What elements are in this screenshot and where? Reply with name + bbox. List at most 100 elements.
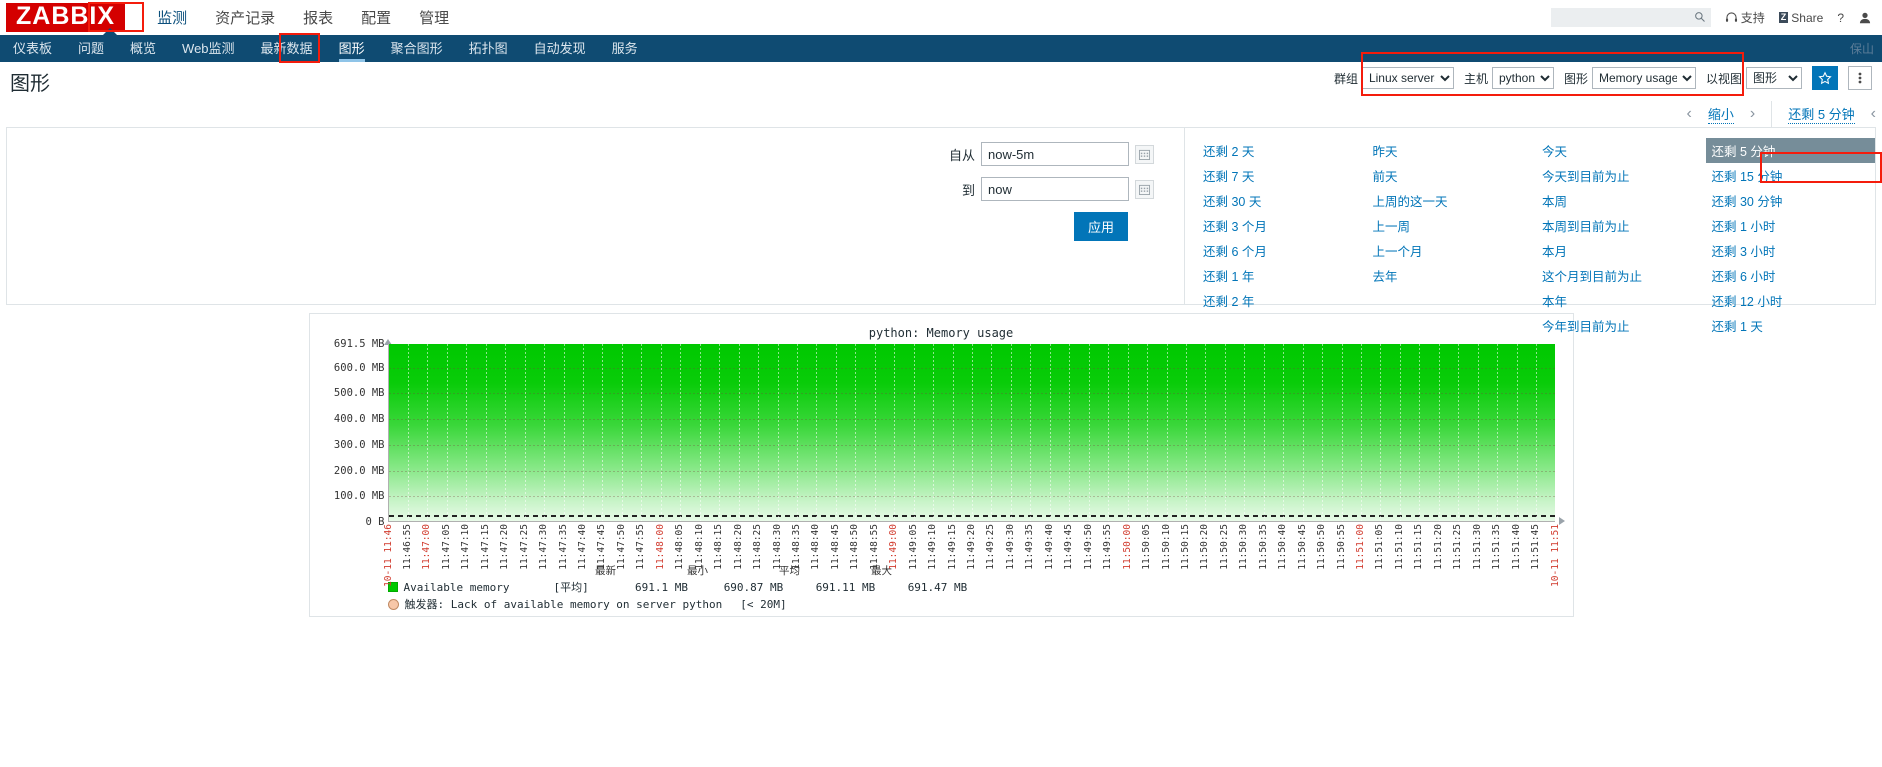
quick-range-item-selected[interactable]: 还剩 5 分钟 xyxy=(1705,138,1875,163)
time-filter-collapse-icon[interactable]: ‹ xyxy=(1871,105,1876,123)
quick-range-item[interactable]: 上一个月 xyxy=(1367,238,1537,263)
gridline-vertical xyxy=(796,344,798,521)
sidebar-item-graphs[interactable]: 图形 xyxy=(326,35,378,62)
top-header-bar: ZABBIX 监测 资产记录 报表 配置 管理 支持 Z Share ? xyxy=(0,0,1882,35)
main-menu-item-reports[interactable]: 报表 xyxy=(289,1,347,34)
quick-range-item[interactable]: 昨天 xyxy=(1367,138,1537,163)
quick-range-item[interactable]: 上周的这一天 xyxy=(1367,188,1537,213)
share-badge: Z xyxy=(1778,12,1789,23)
time-prev-button[interactable]: ‹ xyxy=(1687,105,1692,123)
quick-range-item[interactable]: 还剩 6 小时 xyxy=(1706,263,1876,288)
time-from-input[interactable] xyxy=(981,142,1129,166)
x-axis-tick-label: 11:50:45 xyxy=(1296,524,1308,570)
gridline-vertical xyxy=(485,344,487,521)
main-menu-item-configuration[interactable]: 配置 xyxy=(347,1,405,34)
quick-range-item[interactable]: 本周到目前为止 xyxy=(1536,213,1706,238)
quick-range-item[interactable]: 本月 xyxy=(1536,238,1706,263)
sidebar-item-latest-data[interactable]: 最新数据 xyxy=(248,35,326,62)
gridline-vertical xyxy=(1380,344,1382,521)
quick-range-item[interactable]: 还剩 6 个月 xyxy=(1197,238,1367,263)
quick-range-item[interactable]: 去年 xyxy=(1367,263,1537,288)
share-link[interactable]: Z Share xyxy=(1778,11,1823,25)
time-range-tab[interactable]: 还剩 5 分钟 xyxy=(1788,104,1855,124)
gridline-vertical xyxy=(505,344,507,521)
sidebar-item-discovery[interactable]: 自动发现 xyxy=(521,35,599,62)
quick-range-item[interactable]: 还剩 30 分钟 xyxy=(1706,188,1876,213)
gridline-vertical xyxy=(758,344,760,521)
gridline-vertical xyxy=(777,344,779,521)
time-to-input[interactable] xyxy=(981,177,1129,201)
support-link[interactable]: 支持 xyxy=(1725,9,1765,26)
gridline-vertical xyxy=(1069,344,1071,521)
main-menu-item-administration[interactable]: 管理 xyxy=(405,1,463,34)
time-quick-ranges: 还剩 2 天 还剩 7 天 还剩 30 天 还剩 3 个月 还剩 6 个月 还剩… xyxy=(1185,128,1876,334)
quick-range-item[interactable]: 本周 xyxy=(1536,188,1706,213)
help-link[interactable]: ? xyxy=(1837,11,1844,25)
x-axis-tick-label: 11:51:00 xyxy=(1355,524,1366,570)
y-axis-tick-label: 200.0 MB xyxy=(333,464,385,477)
x-axis-tick-label: 10-11 11:46 xyxy=(382,524,394,587)
sidebar-item-dashboard[interactable]: 仪表板 xyxy=(0,35,65,62)
sidebar-item-screens[interactable]: 聚合图形 xyxy=(378,35,456,62)
apply-button[interactable]: 应用 xyxy=(1073,212,1128,241)
zoom-out-button[interactable]: 缩小 xyxy=(1707,104,1734,124)
x-axis-labels: 10-11 11:46 11:46:55 11:47:00 11:47:05 11:47… xyxy=(383,524,1561,596)
search-input[interactable] xyxy=(1550,8,1711,27)
x-axis-tick-label: 11:46:55 xyxy=(401,524,413,570)
main-menu-item-inventory[interactable]: 资产记录 xyxy=(201,1,289,34)
group-select[interactable]: Linux servers xyxy=(1361,67,1454,89)
quick-range-item[interactable]: 还剩 15 分钟 xyxy=(1706,163,1876,188)
sidebar-item-maps[interactable]: 拓扑图 xyxy=(456,35,521,62)
sidebar-item-problems[interactable]: 问题 xyxy=(65,35,117,62)
gridline-vertical xyxy=(602,344,604,521)
support-label: 支持 xyxy=(1740,11,1765,25)
quick-range-item[interactable]: 还剩 2 天 xyxy=(1197,138,1367,163)
page-menu-button[interactable] xyxy=(1848,66,1872,90)
x-axis-tick-label: 11:50:20 xyxy=(1199,524,1211,570)
quick-range-item[interactable]: 今天到目前为止 xyxy=(1536,163,1706,188)
quick-range-item[interactable]: 这个月到目前为止 xyxy=(1536,263,1706,288)
quick-range-item[interactable]: 今年到目前为止 xyxy=(1536,313,1706,338)
gridline-vertical xyxy=(913,344,915,521)
graph-select[interactable]: Memory usage xyxy=(1591,67,1696,89)
calendar-icon-from[interactable] xyxy=(1135,144,1154,164)
x-axis-tick-label: 11:47:35 xyxy=(557,524,569,570)
quick-range-item[interactable]: 还剩 7 天 xyxy=(1197,163,1367,188)
calendar-icon xyxy=(1139,184,1150,195)
quick-range-item[interactable]: 还剩 1 天 xyxy=(1706,313,1876,338)
x-axis-tick-label: 10-11 11:51 xyxy=(1549,524,1561,587)
view-as-select[interactable]: 图形 xyxy=(1746,67,1802,89)
quick-range-item[interactable]: 还剩 1 小时 xyxy=(1706,213,1876,238)
quick-range-item[interactable]: 前天 xyxy=(1367,163,1537,188)
x-axis-tick-label: 11:49:45 xyxy=(1063,524,1075,570)
gridline-vertical xyxy=(1030,344,1032,521)
x-axis-tick-label: 11:49:25 xyxy=(985,524,997,570)
quick-range-item[interactable]: 还剩 12 小时 xyxy=(1706,288,1876,313)
sidebar-item-web-monitoring[interactable]: Web监测 xyxy=(169,35,248,62)
sidebar-item-services[interactable]: 服务 xyxy=(599,35,651,62)
quick-range-item[interactable]: 今天 xyxy=(1536,138,1706,163)
graph-label: 图形 xyxy=(1563,71,1588,86)
gridline-vertical xyxy=(1458,344,1460,521)
user-profile-link[interactable] xyxy=(1858,11,1872,25)
graph-card: python: Memory usage 691.5 MB 600.0 MB 500… xyxy=(308,313,1574,617)
quick-range-item[interactable]: 还剩 30 天 xyxy=(1197,188,1367,213)
sidebar-item-overview[interactable]: 概览 xyxy=(117,35,169,62)
quick-range-item[interactable]: 还剩 3 小时 xyxy=(1706,238,1876,263)
host-select[interactable]: python xyxy=(1491,67,1554,89)
calendar-icon-to[interactable] xyxy=(1135,179,1154,199)
quick-range-item[interactable]: 还剩 2 年 xyxy=(1197,288,1367,313)
headset-icon xyxy=(1725,12,1737,22)
legend-trigger-row: 触发器: Lack of available memory on server … xyxy=(387,596,1573,612)
x-axis-tick-label: 11:51:05 xyxy=(1374,524,1386,570)
quick-range-item[interactable]: 还剩 3 个月 xyxy=(1197,213,1367,238)
x-axis-tick-label: 11:47:10 xyxy=(460,524,472,570)
quick-range-item[interactable]: 本年 xyxy=(1536,288,1706,313)
graph-plot-canvas[interactable] xyxy=(387,344,1555,522)
quick-range-item[interactable]: 上一周 xyxy=(1367,213,1537,238)
main-menu-item-monitoring[interactable]: 监测 xyxy=(143,1,201,34)
quick-range-item[interactable]: 还剩 1 年 xyxy=(1197,263,1367,288)
time-filter-panel: 自从 到 xyxy=(6,127,1876,334)
time-next-button[interactable]: › xyxy=(1750,105,1755,123)
favorite-button[interactable] xyxy=(1812,66,1838,90)
